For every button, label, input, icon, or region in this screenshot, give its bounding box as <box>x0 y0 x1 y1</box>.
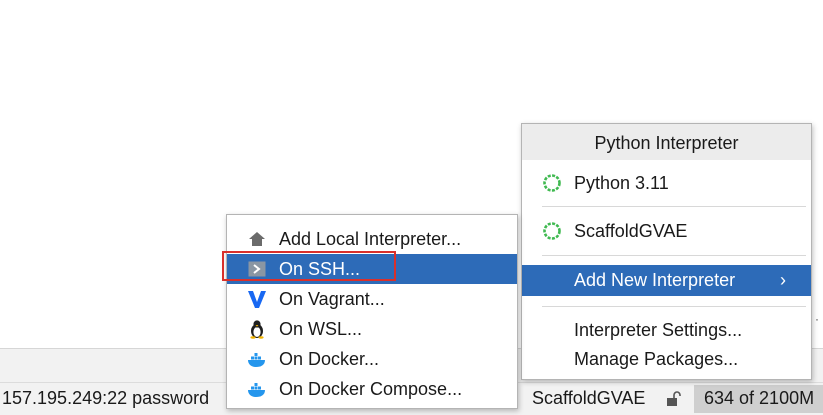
python-ring-icon <box>543 174 561 192</box>
menu-item-on-docker[interactable]: On Docker... <box>227 344 517 374</box>
interpreter-settings-label: Interpreter Settings... <box>574 320 743 340</box>
menu-item-add-local[interactable]: Add Local Interpreter... <box>227 224 517 254</box>
annotation-highlight-box <box>222 251 396 281</box>
add-new-interpreter-label: Add New Interpreter <box>574 270 736 290</box>
menu-item-on-vagrant[interactable]: On Vagrant... <box>227 284 517 314</box>
separator <box>542 206 806 207</box>
manage-packages-item[interactable]: Manage Packages... <box>522 344 811 374</box>
docker-compose-icon <box>248 383 265 397</box>
menu-item-label: On Docker Compose... <box>279 379 463 399</box>
manage-packages-label: Manage Packages... <box>574 349 739 369</box>
interpreter-settings-item[interactable]: Interpreter Settings... <box>522 315 811 345</box>
menu-item-on-wsl[interactable]: On WSL... <box>227 314 517 344</box>
editor-edge-mark: · <box>815 312 819 326</box>
python-ring-icon <box>543 222 561 240</box>
python-interpreter-popup: Python Interpreter Python 3.11 ScaffoldG… <box>521 123 812 380</box>
chevron-right-icon: › <box>780 270 786 290</box>
status-interpreter[interactable]: ScaffoldGVAE <box>532 388 645 409</box>
interpreter-label: Python 3.11 <box>574 173 669 193</box>
docker-icon <box>248 353 265 367</box>
interpreter-item-python311[interactable]: Python 3.11 <box>522 168 811 198</box>
popup-title: Python Interpreter <box>522 124 811 160</box>
separator <box>542 255 806 256</box>
menu-item-label: Add Local Interpreter... <box>279 229 462 249</box>
separator <box>542 306 806 307</box>
status-connection[interactable]: 157.195.249:22 password <box>2 388 209 409</box>
menu-item-on-ssh[interactable]: On SSH... <box>222 251 517 284</box>
add-interpreter-submenu: Add Local Interpreter... On SSH... On Va… <box>222 214 518 409</box>
menu-item-label: On WSL... <box>279 319 363 339</box>
menu-item-on-docker-compose[interactable]: On Docker Compose... <box>227 374 517 404</box>
interpreter-item-scaffoldgvae[interactable]: ScaffoldGVAE <box>522 216 811 246</box>
menu-item-label: On Docker... <box>279 349 380 369</box>
home-icon <box>249 232 265 246</box>
menu-item-label: On Vagrant... <box>279 289 385 309</box>
linux-penguin-icon <box>250 320 264 339</box>
memory-indicator[interactable]: 634 of 2100M <box>694 385 823 413</box>
add-new-interpreter-item[interactable]: Add New Interpreter › <box>522 265 811 296</box>
memory-text: 634 of 2100M <box>704 388 815 408</box>
unlock-icon[interactable] <box>665 391 681 407</box>
vagrant-icon <box>248 291 266 308</box>
interpreter-label: ScaffoldGVAE <box>574 221 688 241</box>
